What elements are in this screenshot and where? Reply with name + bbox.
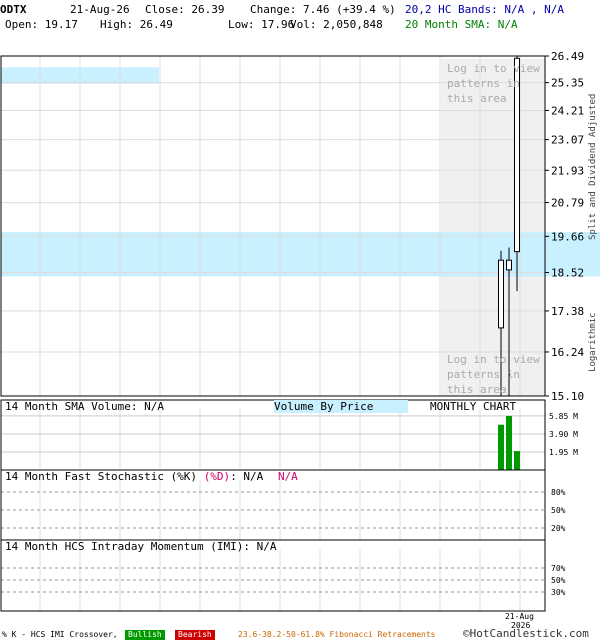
candle-body — [498, 259, 504, 329]
copyright: ©HotCandlestick.com — [463, 627, 589, 640]
bearish-badge: Bearish — [175, 630, 215, 640]
candle-body — [506, 259, 512, 271]
y-tick-label: 19.66 — [551, 230, 584, 243]
bullish-badge: Bullish — [125, 630, 165, 640]
volume-bar — [498, 424, 504, 470]
stochastic-tick-label: 20% — [551, 524, 566, 533]
pattern-area — [441, 59, 545, 396]
y-tick-label: 15.10 — [551, 390, 584, 403]
stochastic-label: 14 Month Fast Stochastic (%K) (%D): N/A … — [5, 470, 298, 483]
imi-label: 14 Month HCS Intraday Momentum (IMI): N/… — [5, 540, 277, 553]
volume-by-price-label: Volume By Price — [274, 400, 409, 413]
fibonacci-label: 23.6-38.2-50-61.8% Fibonacci Retracement… — [238, 630, 436, 639]
y-tick-label: 25.35 — [551, 77, 584, 90]
y-tick-label: 17.38 — [551, 305, 584, 318]
volume-tick-label: 1.95 M — [549, 448, 578, 457]
y-tick-label: 16.24 — [551, 346, 584, 359]
pattern-notice-top: Log in to view patterns in this area — [447, 62, 540, 105]
imi-tick-label: 30% — [551, 588, 566, 597]
split-adjusted-label: Split and Dividend Adjusted — [588, 93, 598, 240]
stochastic-tick-label: 50% — [551, 506, 566, 515]
y-tick-label: 23.07 — [551, 134, 584, 147]
stochastic-value: : N/A — [230, 470, 264, 483]
y-tick-label: 26.49 — [551, 50, 584, 63]
crossover-label: % K - HCS IMI Crossover, — [2, 630, 118, 639]
y-tick-label: 21.93 — [551, 164, 584, 177]
y-tick-label: 24.21 — [551, 104, 584, 117]
volume-sma-label: 14 Month SMA Volume: N/A — [5, 400, 164, 413]
chart-type-label: MONTHLY CHART — [430, 400, 517, 413]
volume-tick-label: 5.85 M — [549, 412, 578, 421]
pattern-notice-bottom: Log in to view patterns in this area — [447, 353, 540, 396]
volume-bar — [506, 415, 512, 470]
volume-bar — [514, 451, 520, 470]
stochastic-k-label: 14 Month Fast Stochastic (%K) — [5, 470, 198, 483]
logarithmic-label: Logarithmic — [588, 312, 598, 372]
imi-tick-label: 70% — [551, 564, 566, 573]
y-tick-label: 20.79 — [551, 197, 584, 210]
stochastic-d-label: (%D) — [203, 470, 231, 483]
stochastic-tick-label: 80% — [551, 488, 566, 497]
stochastic-d-value: N/A — [277, 470, 298, 483]
imi-tick-label: 50% — [551, 576, 566, 585]
x-tick-label: 21-Aug — [505, 612, 534, 621]
y-tick-label: 18.52 — [551, 267, 584, 280]
volume-tick-label: 3.90 M — [549, 430, 578, 439]
